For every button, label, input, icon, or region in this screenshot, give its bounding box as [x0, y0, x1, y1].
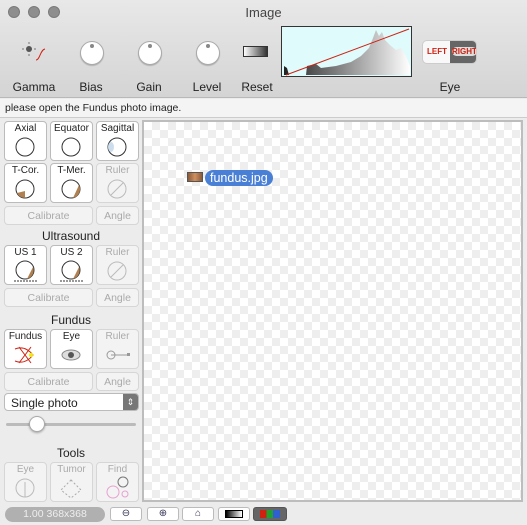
ruler-icon	[106, 350, 130, 360]
status-bar: please open the Fundus photo image.	[0, 99, 527, 118]
level-knob[interactable]	[196, 41, 220, 65]
eye-right-option[interactable]: RIGHT	[452, 47, 476, 56]
angle-button[interactable]: Angle	[96, 206, 139, 225]
eye-left-option[interactable]: LEFT	[427, 47, 447, 56]
slider-thumb[interactable]	[29, 416, 46, 432]
bias-knob[interactable]	[80, 41, 104, 65]
button-label: US 2	[60, 247, 83, 258]
button-label: Axial	[14, 123, 37, 134]
zoom-in-icon: ⊕	[158, 508, 168, 519]
equator-button[interactable]: Equator	[50, 121, 93, 161]
eye-tcor-icon	[15, 179, 34, 199]
us-angle-button[interactable]: Angle	[96, 288, 139, 307]
button-label: Find	[107, 464, 128, 475]
mode-select-value: Single photo	[11, 396, 78, 410]
reset-label: Reset	[241, 80, 273, 94]
ultrasound-icon	[59, 260, 83, 282]
button-label: Fundus	[8, 331, 43, 342]
fundus-calibrate-button[interactable]: Calibrate	[4, 372, 93, 391]
gamma-icon[interactable]	[22, 42, 48, 62]
window-title: Image	[245, 5, 282, 20]
eye-toggle[interactable]: LEFT RIGHT	[422, 40, 477, 64]
file-label[interactable]: fundus.jpg	[205, 170, 273, 186]
us-ruler-button[interactable]: Ruler	[96, 245, 139, 285]
slider-track[interactable]	[6, 423, 136, 426]
t-mer-button[interactable]: T-Mer.	[50, 163, 93, 203]
t-cor-button[interactable]: T-Cor.	[4, 163, 47, 203]
us2-button[interactable]: US 2	[50, 245, 93, 285]
button-label: Eye	[16, 464, 35, 475]
eye-button[interactable]: Eye	[50, 329, 93, 369]
grayscale-button[interactable]	[218, 507, 250, 521]
fundus-header: Fundus	[50, 313, 92, 327]
tool-eye-button[interactable]: Eye	[4, 462, 47, 502]
tumor-icon	[59, 479, 82, 499]
rgb-icon	[260, 510, 280, 518]
zoom-info: 1.00 368x368	[5, 507, 105, 522]
ultrasound-icon	[13, 260, 37, 282]
ruler-icon	[107, 261, 126, 281]
home-button[interactable]: ⌂	[182, 507, 214, 521]
eye-sagittal-icon	[107, 137, 126, 157]
ruler-button[interactable]: Ruler	[96, 163, 139, 203]
find-icon	[106, 476, 128, 499]
eye-tool-icon	[15, 478, 34, 498]
calibrate-button[interactable]: Calibrate	[4, 206, 93, 225]
axial-button[interactable]: Axial	[4, 121, 47, 161]
fundus-button[interactable]: Fundus	[4, 329, 47, 369]
chevron-updown-icon: ⇕	[123, 394, 138, 410]
us-calibrate-button[interactable]: Calibrate	[4, 288, 93, 307]
button-label: Equator	[53, 123, 90, 134]
button-label: T-Mer.	[57, 165, 86, 176]
button-label: Ruler	[105, 331, 130, 342]
sagittal-button[interactable]: Sagittal	[96, 121, 139, 161]
us1-button[interactable]: US 1	[4, 245, 47, 285]
file-thumbnail[interactable]	[187, 172, 203, 182]
eye-tmer-icon	[61, 179, 80, 199]
zoom-in-button[interactable]: ⊕	[147, 507, 179, 521]
button-label: Ruler	[105, 165, 130, 176]
gain-knob[interactable]	[138, 41, 162, 65]
home-icon: ⌂	[194, 508, 202, 519]
gain-label: Gain	[136, 80, 162, 94]
fundus-angle-button[interactable]: Angle	[96, 372, 139, 391]
reset-button[interactable]	[243, 46, 268, 57]
zoom-out-button[interactable]: ⊖	[110, 507, 142, 521]
bias-label: Bias	[79, 80, 103, 94]
mode-select[interactable]: Single photo ⇕	[4, 393, 139, 411]
fundus-icon	[14, 346, 34, 364]
zoom-out-icon: ⊖	[121, 508, 131, 519]
fundus-ruler-button[interactable]: Ruler	[96, 329, 139, 369]
eye-label: Eye	[439, 80, 461, 94]
histogram[interactable]	[281, 26, 412, 77]
button-label: T-Cor.	[11, 165, 40, 176]
button-label: Eye	[62, 331, 81, 342]
eye-axial-icon	[15, 137, 34, 157]
button-label: Sagittal	[100, 123, 135, 134]
ultrasound-header: Ultrasound	[41, 229, 101, 243]
button-label: Tumor	[57, 464, 86, 475]
eye-equator-icon	[61, 137, 80, 157]
tool-find-button[interactable]: Find	[96, 462, 139, 502]
color-button[interactable]	[253, 507, 287, 521]
gamma-label: Gamma	[12, 80, 56, 94]
ruler-icon	[107, 179, 126, 199]
eye-icon	[61, 349, 80, 361]
tools-header: Tools	[56, 446, 85, 460]
button-label: Ruler	[105, 247, 130, 258]
grayscale-icon	[225, 510, 243, 518]
button-label: US 1	[14, 247, 37, 258]
tool-tumor-button[interactable]: Tumor	[50, 462, 93, 502]
